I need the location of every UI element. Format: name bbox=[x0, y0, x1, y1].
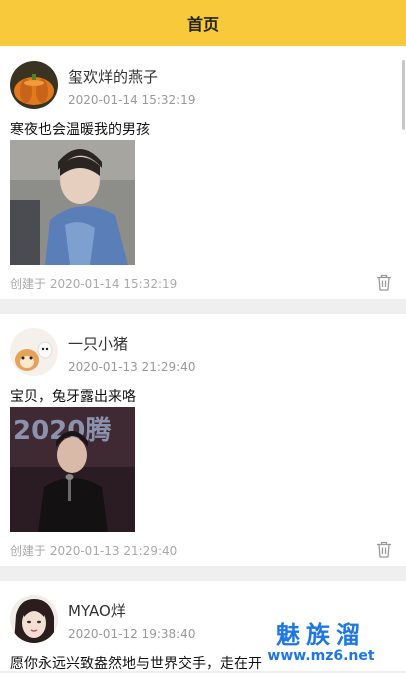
post-timestamp: 2020-01-14 15:32:19 bbox=[68, 93, 196, 107]
post-text: 宝贝，兔牙露出来咯 bbox=[10, 389, 136, 405]
post-created-time: 创建于 2020-01-14 15:32:19 bbox=[10, 277, 178, 291]
post-card: 一只小猪 2020-01-13 21:29:40 宝贝，兔牙露出来咯 2020腾… bbox=[0, 314, 406, 566]
post-card: 玺欢烊的燕子 2020-01-14 15:32:19 寒夜也会温暖我的男孩 创建… bbox=[0, 46, 406, 299]
user-avatar[interactable] bbox=[10, 61, 58, 109]
watermark-brand: 魅族溜 bbox=[276, 621, 366, 649]
watermark: 魅族溜 www.mz6.net bbox=[256, 622, 386, 664]
post-username[interactable]: MYAO烊 bbox=[68, 600, 126, 621]
post-image[interactable]: 2020腾 bbox=[10, 407, 135, 532]
post-username[interactable]: 玺欢烊的燕子 bbox=[68, 66, 158, 87]
post-timestamp: 2020-01-13 21:29:40 bbox=[68, 360, 196, 374]
trash-icon[interactable] bbox=[376, 541, 392, 558]
watermark-url: www.mz6.net bbox=[267, 648, 375, 664]
user-avatar[interactable] bbox=[10, 328, 58, 376]
post-timestamp: 2020-01-12 19:38:40 bbox=[68, 627, 196, 641]
post-created-time: 创建于 2020-01-13 21:29:40 bbox=[10, 544, 178, 558]
post-image[interactable] bbox=[10, 140, 135, 265]
app-header: 首页 bbox=[0, 0, 406, 46]
post-text: 寒夜也会温暖我的男孩 bbox=[10, 122, 150, 138]
post-username[interactable]: 一只小猪 bbox=[68, 333, 128, 354]
scrollbar[interactable] bbox=[402, 60, 405, 130]
user-avatar[interactable] bbox=[10, 595, 58, 643]
post-text: 愿你永远兴致盎然地与世界交手，走在开 bbox=[10, 656, 262, 672]
page-title: 首页 bbox=[186, 15, 219, 34]
trash-icon[interactable] bbox=[376, 274, 392, 291]
